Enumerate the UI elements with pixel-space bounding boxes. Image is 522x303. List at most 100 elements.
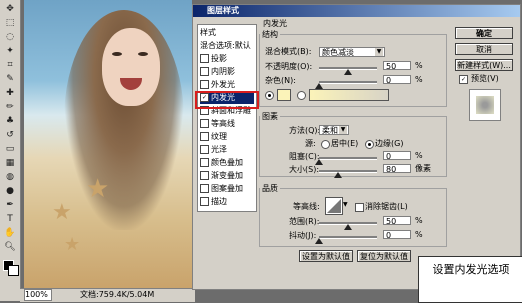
toolbox: ✥ ⬚ ◌ ✦ ⌗ ✎ ✚ ✏ ♣ ↺ ▭ ▦ ◍ ● ✒ T ✋ 🔍︎ [0,0,21,301]
slider-knob[interactable] [315,159,323,165]
style-list-label: 光泽 [211,145,227,154]
edge-label: 边缘(G) [375,139,404,148]
style-list-item[interactable]: 等高线 [200,118,254,130]
document-size-text: 文档:759.4K/5.04M [80,290,155,299]
blend-mode-label: 混合模式(B): [265,47,312,56]
blend-mode-select[interactable]: 颜色减淡 ▼ [319,47,385,57]
dodge-tool-icon[interactable]: ● [3,186,17,196]
source-label: 源: [305,139,316,148]
range-input[interactable]: 50 [383,216,411,226]
new-style-button[interactable]: 新建样式(W)... [455,59,513,71]
style-checkbox[interactable] [200,184,209,193]
style-list-label: 描边 [211,197,227,206]
center-radio[interactable] [321,140,330,149]
style-checkbox[interactable] [200,80,209,89]
style-list-item[interactable]: 颜色叠加 [200,157,254,169]
style-list-item[interactable]: 渐变叠加 [200,170,254,182]
brush-tool-icon[interactable]: ✏ [3,102,17,112]
noise-slider[interactable] [319,81,377,84]
document-canvas[interactable]: ★ ★ ★ [24,0,192,288]
slider-knob[interactable] [315,83,323,89]
style-list-item[interactable]: 内阴影 [200,66,254,78]
ok-button[interactable]: 确定 [455,27,513,39]
blend-mode-value: 颜色减淡 [322,48,354,57]
chevron-down-icon: ▼ [339,126,347,134]
edge-radio[interactable] [365,140,374,149]
style-list: 样式 混合选项:默认 投影 内阴影 外发光 ✓ 内发光 斜面和浮雕 等高线 纹理 光泽 颜色叠加 渐变叠… [197,24,257,212]
reset-default-button[interactable]: 复位为默认值 [357,250,411,262]
jitter-unit: % [415,230,423,239]
solid-color-radio[interactable] [265,91,274,100]
contour-curve-icon [327,199,341,213]
style-list-item[interactable]: 光泽 [200,144,254,156]
cancel-button[interactable]: 取消 [455,43,513,55]
style-list-item[interactable]: 图案叠加 [200,183,254,195]
jitter-input[interactable]: 0 [383,230,411,240]
preview-checkbox[interactable]: ✓ [459,75,468,84]
glow-color-swatch[interactable] [277,89,291,101]
gradient-radio[interactable] [297,91,306,100]
style-list-item[interactable]: 混合选项:默认 [200,40,254,52]
style-checkbox[interactable] [200,132,209,141]
antialias-label: 消除锯齿(L) [365,202,408,211]
size-slider[interactable] [319,170,377,173]
choke-input[interactable]: 0 [383,151,411,161]
marquee-tool-icon[interactable]: ⬚ [3,18,17,28]
style-checkbox[interactable] [200,171,209,180]
noise-label: 杂色(N): [265,76,296,85]
lasso-tool-icon[interactable]: ◌ [3,32,17,42]
style-list-item[interactable]: 样式 [200,27,254,39]
slider-knob[interactable] [344,224,352,230]
method-value: 柔和 [322,126,338,135]
slider-knob[interactable] [333,172,342,178]
crop-tool-icon[interactable]: ⌗ [3,60,17,70]
opacity-input[interactable]: 50 [383,61,411,71]
method-label: 方法(Q): [289,126,321,135]
hand-tool-icon[interactable]: ✋ [3,228,17,238]
chevron-down-icon: ▼ [375,48,383,56]
healing-tool-icon[interactable]: ✚ [3,88,17,98]
style-checkbox[interactable] [200,145,209,154]
type-tool-icon[interactable]: T [3,214,17,224]
background-color-swatch[interactable] [8,265,19,276]
zoom-tool-icon[interactable]: 🔍︎ [3,242,17,252]
slice-tool-icon[interactable]: ✎ [3,74,17,84]
size-input[interactable]: 80 [383,164,411,174]
antialias-checkbox[interactable] [355,203,364,212]
eraser-tool-icon[interactable]: ▭ [3,144,17,154]
gradient-tool-icon[interactable]: ▦ [3,158,17,168]
style-list-label: 纹理 [211,132,227,141]
style-checkbox[interactable] [200,197,209,206]
slider-knob[interactable] [344,69,352,75]
gradient-swatch[interactable] [309,89,389,101]
blur-tool-icon[interactable]: ◍ [3,172,17,182]
slider-knob[interactable] [315,238,323,244]
style-list-item[interactable]: 纹理 [200,131,254,143]
wand-tool-icon[interactable]: ✦ [3,46,17,56]
style-list-item[interactable]: 外发光 [200,79,254,91]
jitter-slider[interactable] [319,236,377,239]
style-checkbox[interactable] [200,119,209,128]
contour-picker[interactable] [325,197,343,215]
choke-slider[interactable] [319,157,377,160]
method-select[interactable]: 柔和 ▼ [319,125,349,135]
zoom-level-field[interactable]: 100% [24,289,52,301]
stamp-tool-icon[interactable]: ♣ [3,116,17,126]
style-checkbox[interactable] [200,67,209,76]
history-brush-icon[interactable]: ↺ [3,130,17,140]
style-list-label: 等高线 [211,119,235,128]
chevron-down-icon[interactable]: ▼ [343,201,348,208]
pen-tool-icon[interactable]: ✒ [3,200,17,210]
starfish-image: ★ [52,200,72,225]
style-checkbox[interactable] [200,54,209,63]
style-list-label: 渐变叠加 [211,171,243,180]
starfish-image: ★ [86,174,110,204]
noise-input[interactable]: 0 [383,75,411,85]
dialog-title: 图层样式 [193,5,520,17]
style-checkbox[interactable] [200,158,209,167]
move-tool-icon[interactable]: ✥ [3,4,17,14]
style-list-item[interactable]: 描边 [200,196,254,208]
status-bar: 100% 文档:759.4K/5.04M [20,288,195,302]
set-default-button[interactable]: 设置为默认值 [299,250,353,262]
style-list-item[interactable]: 投影 [200,53,254,65]
